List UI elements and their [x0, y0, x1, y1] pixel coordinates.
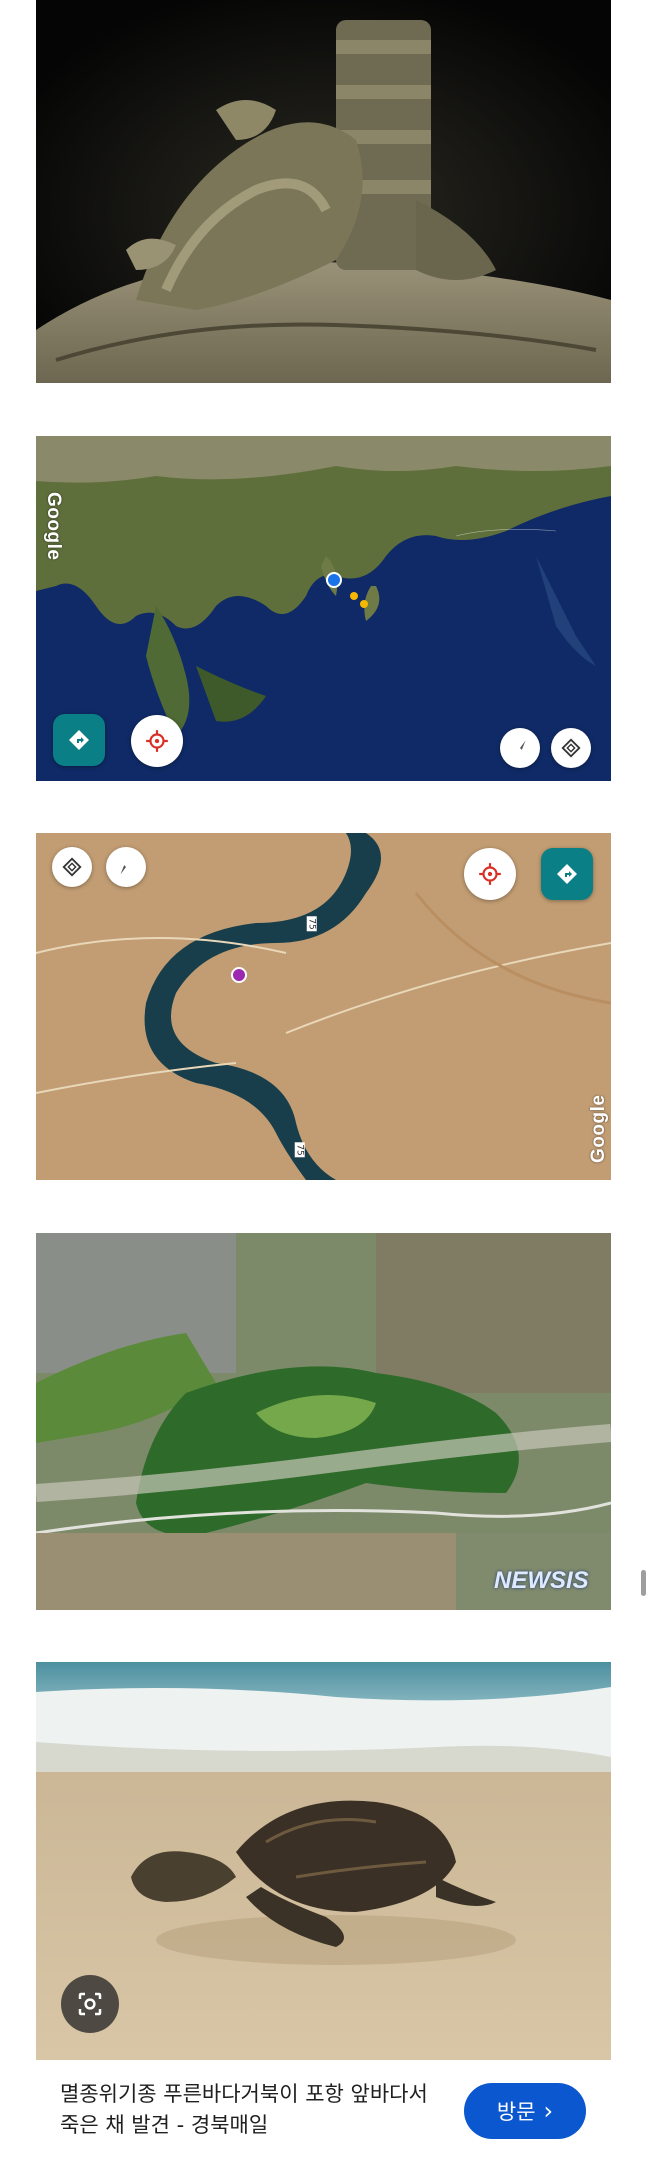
- road-number-label-2: 75: [294, 1142, 305, 1158]
- my-location-icon: [479, 863, 501, 885]
- compass-icon: [120, 859, 132, 875]
- directions-button[interactable]: [53, 714, 105, 766]
- visit-label: 방문: [496, 2100, 536, 2124]
- result-caption[interactable]: 멸종위기종 푸른바다거북이 포항 앞바다서 죽은 채 발견 - 경북매일: [60, 2079, 440, 2141]
- royal-tombs-aerial-photo[interactable]: NEWSIS: [36, 1233, 611, 1610]
- compass-icon: [514, 740, 526, 756]
- directions-icon: [557, 864, 577, 884]
- layers-button[interactable]: [52, 847, 92, 887]
- directions-icon: [69, 730, 89, 750]
- my-location-button[interactable]: [131, 715, 183, 767]
- google-logo: Google: [588, 1094, 609, 1163]
- bronze-incense-burner-photo[interactable]: [36, 0, 611, 383]
- directions-button[interactable]: [541, 848, 593, 900]
- scrollbar-thumb[interactable]: [641, 1570, 646, 1596]
- compass-button[interactable]: [500, 728, 540, 768]
- road-number-label: 75: [306, 916, 317, 932]
- lens-icon: [78, 1992, 102, 2016]
- google-lens-button[interactable]: [61, 1975, 119, 2033]
- google-logo: Google: [43, 492, 64, 561]
- my-location-button[interactable]: [464, 848, 516, 900]
- sea-turtle-on-beach-photo[interactable]: [36, 1662, 611, 2060]
- chevron-right-icon: ›: [543, 2097, 554, 2125]
- asia-pacific-satellite-map[interactable]: Google: [36, 436, 611, 781]
- my-location-icon: [146, 730, 168, 752]
- newsis-watermark: NEWSIS: [494, 1567, 589, 1594]
- compass-button[interactable]: [106, 847, 146, 887]
- layers-icon: [561, 738, 581, 758]
- visit-button[interactable]: 방문 ›: [464, 2083, 586, 2139]
- layers-icon: [62, 857, 82, 877]
- layers-button[interactable]: [551, 728, 591, 768]
- river-canyon-satellite-map[interactable]: 75 75 Google: [36, 833, 611, 1180]
